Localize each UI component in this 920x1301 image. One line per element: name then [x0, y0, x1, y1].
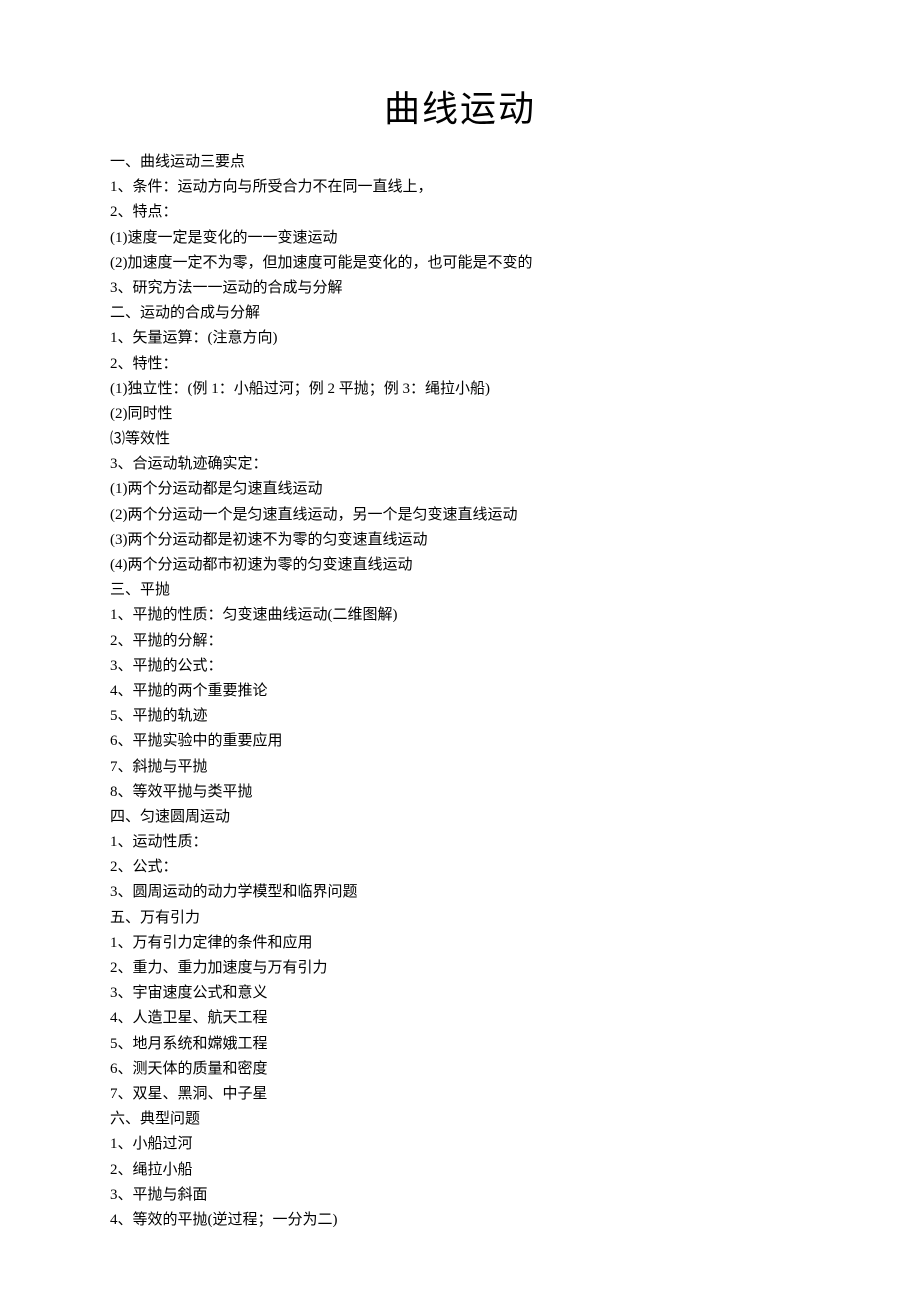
text-line: (2)加速度一定不为零，但加速度可能是变化的，也可能是不变的: [110, 251, 810, 276]
text-line: 一、曲线运动三要点: [110, 150, 810, 175]
text-line: 3、研究方法一一运动的合成与分解: [110, 276, 810, 301]
text-line: 四、匀速圆周运动: [110, 805, 810, 830]
text-line: 4、等效的平抛(逆过程；一分为二): [110, 1208, 810, 1233]
text-line: 六、典型问题: [110, 1107, 810, 1132]
text-line: 4、人造卫星、航天工程: [110, 1006, 810, 1031]
text-line: (2)两个分运动一个是匀速直线运动，另一个是匀变速直线运动: [110, 503, 810, 528]
text-line: 5、地月系统和嫦娥工程: [110, 1032, 810, 1057]
text-line: 3、平抛的公式：: [110, 654, 810, 679]
text-line: 4、平抛的两个重要推论: [110, 679, 810, 704]
text-line: (4)两个分运动都市初速为零的匀变速直线运动: [110, 553, 810, 578]
text-line: 2、公式：: [110, 855, 810, 880]
text-line: 2、平抛的分解：: [110, 629, 810, 654]
text-line: 五、万有引力: [110, 906, 810, 931]
text-line: 2、特点：: [110, 200, 810, 225]
text-line: 1、矢量运算：(注意方向): [110, 326, 810, 351]
text-line: 1、万有引力定律的条件和应用: [110, 931, 810, 956]
text-line: (1)独立性：(例 1：小船过河；例 2 平抛；例 3：绳拉小船): [110, 377, 810, 402]
text-line: 1、平抛的性质：匀变速曲线运动(二维图解): [110, 603, 810, 628]
text-line: 3、宇宙速度公式和意义: [110, 981, 810, 1006]
text-line: (3)两个分运动都是初速不为零的匀变速直线运动: [110, 528, 810, 553]
text-line: 7、斜抛与平抛: [110, 755, 810, 780]
text-line: 2、重力、重力加速度与万有引力: [110, 956, 810, 981]
page-title: 曲线运动: [110, 80, 810, 132]
text-line: 1、小船过河: [110, 1132, 810, 1157]
text-line: 1、条件：运动方向与所受合力不在同一直线上，: [110, 175, 810, 200]
text-line: (1)速度一定是变化的一一变速运动: [110, 226, 810, 251]
text-line: 3、圆周运动的动力学模型和临界问题: [110, 880, 810, 905]
text-line: 1、运动性质：: [110, 830, 810, 855]
text-line: 2、特性：: [110, 352, 810, 377]
text-line: 三、平抛: [110, 578, 810, 603]
text-line: 6、测天体的质量和密度: [110, 1057, 810, 1082]
text-line: 8、等效平抛与类平抛: [110, 780, 810, 805]
text-line: 二、运动的合成与分解: [110, 301, 810, 326]
content-body: 一、曲线运动三要点1、条件：运动方向与所受合力不在同一直线上，2、特点：(1)速…: [110, 150, 810, 1233]
text-line: 7、双星、黑洞、中子星: [110, 1082, 810, 1107]
text-line: 3、合运动轨迹确实定：: [110, 452, 810, 477]
text-line: 3、平抛与斜面: [110, 1183, 810, 1208]
text-line: 5、平抛的轨迹: [110, 704, 810, 729]
text-line: ⑶等效性: [110, 427, 810, 452]
text-line: (1)两个分运动都是匀速直线运动: [110, 477, 810, 502]
text-line: 6、平抛实验中的重要应用: [110, 729, 810, 754]
text-line: 2、绳拉小船: [110, 1158, 810, 1183]
text-line: (2)同时性: [110, 402, 810, 427]
